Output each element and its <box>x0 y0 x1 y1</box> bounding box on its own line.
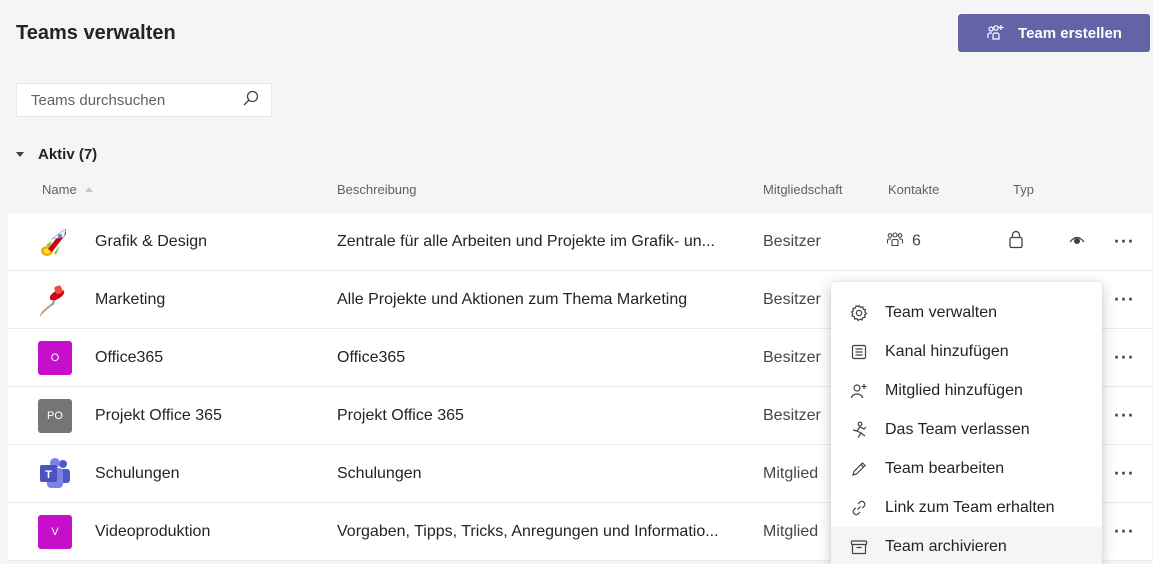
team-description: Schulungen <box>337 464 422 482</box>
menu-item-label: Team verwalten <box>885 303 998 321</box>
column-header-membership[interactable]: Mitgliedschaft <box>763 182 842 197</box>
create-team-button[interactable]: Team erstellen <box>958 14 1150 52</box>
team-membership: Besitzer <box>763 348 821 366</box>
team-name: Videoproduktion <box>95 522 211 540</box>
column-description-label: Beschreibung <box>337 182 417 197</box>
column-header-contacts[interactable]: Kontakte <box>888 182 939 197</box>
lock-icon <box>1008 229 1024 254</box>
team-contacts: 6 <box>886 231 921 252</box>
eye-icon[interactable] <box>1069 233 1085 251</box>
pencil-icon <box>849 459 869 479</box>
menu-item-label: Team archivieren <box>885 537 1007 555</box>
team-avatar: PO <box>38 398 72 433</box>
search-input[interactable] <box>31 91 221 109</box>
column-header-type[interactable]: Typ <box>1013 182 1034 197</box>
rocket-icon <box>38 225 72 259</box>
team-membership: Besitzer <box>763 290 821 308</box>
more-options-icon[interactable]: ··· <box>1114 231 1135 252</box>
column-header-name[interactable]: Name <box>42 182 93 197</box>
table-row[interactable]: Grafik & Design Zentrale für alle Arbeit… <box>8 213 1152 271</box>
menu-item-archive-team[interactable]: Team archivieren <box>831 527 1102 564</box>
team-name: Projekt Office 365 <box>95 406 222 424</box>
people-icon <box>886 231 904 252</box>
team-description: Projekt Office 365 <box>337 406 464 424</box>
menu-item-manage-team[interactable]: Team verwalten <box>831 293 1102 332</box>
svg-text:T: T <box>45 469 52 481</box>
channel-icon <box>849 342 869 362</box>
pushpin-icon <box>38 283 72 317</box>
more-options-icon[interactable]: ··· <box>1114 405 1135 426</box>
menu-item-label: Kanal hinzufügen <box>885 342 1009 360</box>
archive-icon <box>849 537 869 557</box>
gear-icon <box>849 303 869 323</box>
leave-icon <box>849 420 869 440</box>
team-membership: Besitzer <box>763 406 821 424</box>
team-name: Schulungen <box>95 464 180 482</box>
column-contacts-label: Kontakte <box>888 182 940 197</box>
contacts-count: 6 <box>912 232 921 250</box>
menu-item-leave-team[interactable]: Das Team verlassen <box>831 410 1102 449</box>
page-title: Teams verwalten <box>16 22 176 44</box>
team-name: Marketing <box>95 290 166 308</box>
more-options-icon[interactable]: ··· <box>1114 289 1135 310</box>
team-membership: Mitglied <box>763 522 819 540</box>
column-type-label: Typ <box>1013 182 1034 197</box>
section-label: Aktiv (7) <box>38 146 98 163</box>
search-icon[interactable] <box>243 90 259 111</box>
menu-item-label: Das Team verlassen <box>885 420 1030 438</box>
menu-item-add-member[interactable]: Mitglied hinzufügen <box>831 371 1102 410</box>
section-active[interactable]: Aktiv (7) <box>16 146 97 163</box>
menu-item-label: Team bearbeiten <box>885 459 1005 477</box>
menu-item-label: Mitglied hinzufügen <box>885 381 1023 399</box>
sort-ascending-icon <box>84 187 93 192</box>
team-description: Zentrale für alle Arbeiten und Projekte … <box>337 232 715 250</box>
team-avatar: V <box>38 514 72 549</box>
team-name: Office365 <box>95 348 164 366</box>
team-avatar: O <box>38 340 72 375</box>
more-options-icon[interactable]: ··· <box>1114 347 1135 368</box>
create-team-label: Team erstellen <box>1018 24 1122 42</box>
teams-logo-icon: T <box>38 457 72 491</box>
team-description: Office365 <box>337 348 406 366</box>
collapse-triangle-icon[interactable] <box>16 152 24 157</box>
team-description: Vorgaben, Tipps, Tricks, Anregungen und … <box>337 522 719 540</box>
link-icon <box>849 498 869 518</box>
menu-item-add-channel[interactable]: Kanal hinzufügen <box>831 332 1102 371</box>
more-options-icon[interactable]: ··· <box>1114 463 1135 484</box>
more-options-icon[interactable]: ··· <box>1114 521 1135 542</box>
add-member-icon <box>849 381 869 401</box>
add-team-icon <box>986 24 1006 42</box>
search-box[interactable] <box>16 83 272 117</box>
column-membership-label: Mitgliedschaft <box>763 182 843 197</box>
column-name-label: Name <box>42 182 77 197</box>
menu-item-get-link[interactable]: Link zum Team erhalten <box>831 488 1102 527</box>
column-header-description: Beschreibung <box>337 182 417 197</box>
menu-item-edit-team[interactable]: Team bearbeiten <box>831 449 1102 488</box>
team-membership: Besitzer <box>763 232 821 250</box>
team-description: Alle Projekte und Aktionen zum Thema Mar… <box>337 290 688 308</box>
menu-item-label: Link zum Team erhalten <box>885 498 1055 516</box>
team-name: Grafik & Design <box>95 232 208 250</box>
team-context-menu: Team verwalten Kanal hinzufügen Mitglied… <box>831 282 1102 564</box>
team-membership: Mitglied <box>763 464 819 482</box>
